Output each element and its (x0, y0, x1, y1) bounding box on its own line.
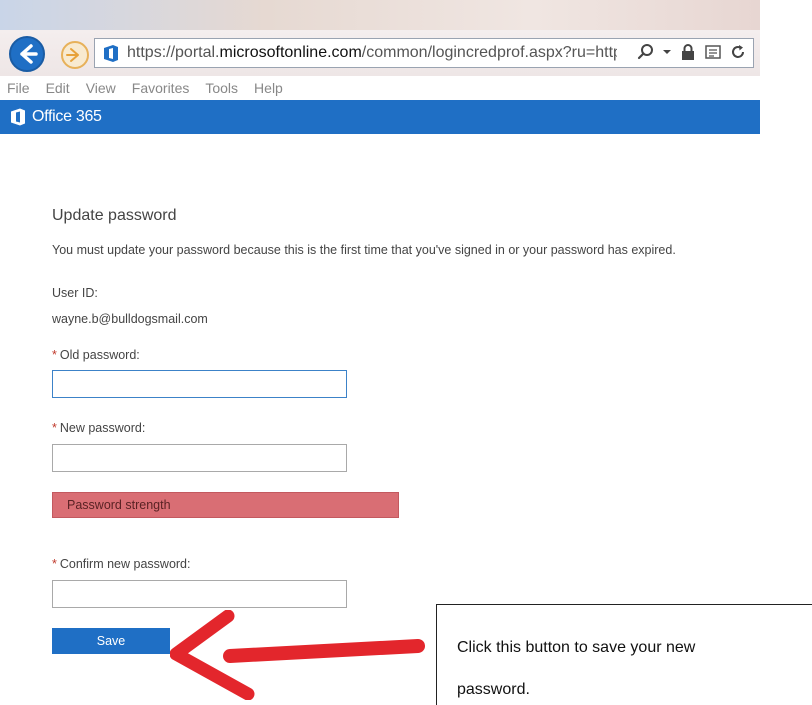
back-arrow-icon (20, 44, 38, 64)
callout-line-2: password. (457, 681, 530, 698)
instruction-callout: Click this button to save your new passw… (436, 604, 812, 705)
update-reason-text: You must update your password because th… (52, 243, 676, 257)
menu-bar: File Edit View Favorites Tools Help (0, 76, 760, 100)
address-bar[interactable]: https://portal.microsoftonline.com/commo… (94, 38, 754, 68)
confirm-password-field[interactable] (52, 580, 347, 608)
menu-edit[interactable]: Edit (46, 80, 70, 96)
refresh-icon[interactable] (729, 43, 747, 61)
new-password-label: * New password: (52, 421, 145, 435)
password-strength-label: Password strength (67, 498, 171, 512)
callout-line-1: Click this button to save your new (457, 639, 696, 656)
required-marker: * (52, 421, 57, 435)
browser-titlebar (0, 0, 760, 30)
url-path: /common/logincredprof.aspx?ru=https:// (361, 44, 617, 61)
page-title: Update password (52, 207, 177, 224)
red-arrow-annotation (170, 610, 425, 700)
url-domain: microsoftonline.com (219, 44, 362, 61)
old-password-label: * Old password: (52, 348, 140, 362)
menu-view[interactable]: View (86, 80, 116, 96)
required-marker: * (52, 557, 57, 571)
office-logo-icon[interactable] (10, 108, 26, 126)
url-prefix: https://portal. (127, 44, 220, 61)
save-button[interactable]: Save (52, 628, 170, 654)
new-password-label-text: New password: (59, 421, 146, 435)
office-favicon-icon (104, 45, 118, 62)
new-password-field[interactable] (52, 444, 347, 472)
user-id-value: wayne.b@bulldogsmail.com (52, 312, 208, 326)
compatibility-view-icon[interactable] (704, 43, 722, 61)
chevron-down-icon[interactable] (662, 43, 672, 61)
user-id-label: User ID: (52, 286, 98, 300)
office365-suite-bar: Office 365 (0, 100, 760, 134)
url-text[interactable]: https://portal.microsoftonline.com/commo… (127, 44, 617, 62)
required-marker: * (52, 348, 57, 362)
menu-file[interactable]: File (7, 80, 30, 96)
password-strength-bar: Password strength (52, 492, 399, 518)
lock-icon[interactable] (679, 43, 697, 61)
menu-favorites[interactable]: Favorites (132, 80, 190, 96)
old-password-field[interactable] (52, 370, 347, 398)
confirm-password-label: * Confirm new password: (52, 557, 190, 571)
back-button[interactable] (9, 36, 45, 72)
old-password-label-text: Old password: (59, 348, 140, 362)
suite-title[interactable]: Office 365 (32, 108, 102, 126)
menu-tools[interactable]: Tools (205, 80, 238, 96)
forward-button[interactable] (61, 41, 89, 69)
forward-arrow-icon (66, 48, 79, 62)
confirm-password-label-text: Confirm new password: (59, 557, 191, 571)
menu-help[interactable]: Help (254, 80, 283, 96)
search-icon[interactable] (637, 43, 655, 61)
